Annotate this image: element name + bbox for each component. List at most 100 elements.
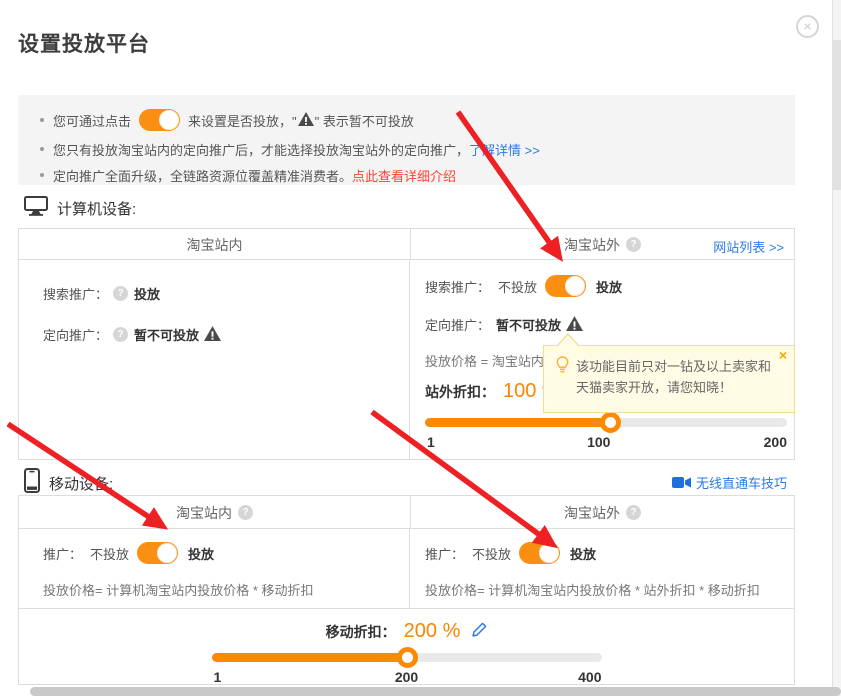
tooltip-pointer: [558, 335, 578, 346]
pc-table-header: 淘宝站内 淘宝站外 ? 网站列表 >>: [19, 229, 794, 260]
pc-onsite-target-row: 定向推广： ? 暂不可投放: [43, 325, 409, 344]
slider-min-label: 1: [427, 434, 435, 450]
warning-icon: [298, 112, 314, 129]
wireless-tips-label: 无线直通车技巧: [696, 473, 787, 492]
mobile-discount-value: 200 %: [404, 620, 461, 643]
toggle-knob: [159, 110, 179, 130]
warning-icon: [566, 316, 583, 334]
mobile-discount-label: 移动折扣：: [326, 622, 396, 642]
site-list-link[interactable]: 网站列表 >>: [713, 237, 784, 256]
mobile-onsite-toggle[interactable]: [137, 542, 178, 564]
search-promo-value: 投放: [134, 284, 160, 303]
pc-onsite-header-label: 淘宝站内: [187, 235, 243, 255]
toggle-off-label: 不投放: [90, 544, 129, 563]
toggle-knob: [565, 276, 585, 296]
bullet-dot: [40, 147, 44, 151]
help-icon[interactable]: ?: [238, 505, 253, 520]
slider-knob[interactable]: [397, 647, 418, 668]
toggle-knob: [157, 543, 177, 563]
mobile-onsite-header-label: 淘宝站内: [176, 503, 232, 523]
toggle-on-label: 投放: [188, 544, 214, 563]
slider-fill: [212, 653, 407, 662]
mobile-offsite-cell: 推广： 不投放 投放 投放价格= 计算机淘宝站内投放价格 * 站外折扣 * 移动…: [410, 529, 794, 608]
slider-labels: 1 200 400: [212, 669, 602, 687]
help-icon[interactable]: ?: [626, 505, 641, 520]
notice-text: 来设置是否投放，": [188, 111, 297, 130]
notice-text: 定向推广全面升级，全链路资源位覆盖精准消费者。: [53, 166, 352, 185]
warning-icon: [204, 326, 221, 344]
pc-onsite-cell: 搜索推广： ? 投放 定向推广： ? 暂不可投放: [19, 260, 410, 459]
learn-more-link[interactable]: 了解详情 >>: [469, 140, 540, 159]
vertical-scrollbar-thumb[interactable]: [833, 40, 841, 190]
slider-track[interactable]: [425, 418, 787, 427]
slider-fill: [425, 418, 610, 427]
tooltip-close-icon[interactable]: ×: [779, 348, 787, 362]
mobile-onsite-header: 淘宝站内 ?: [19, 496, 410, 529]
mobile-offsite-price-formula: 投放价格= 计算机淘宝站内投放价格 * 站外折扣 * 移动折扣: [425, 580, 794, 599]
slider-labels: 1 100 200: [425, 434, 787, 452]
mobile-onsite-promo-row: 推广： 不投放 投放: [43, 542, 409, 564]
pc-section-label: 计算机设备:: [57, 198, 136, 219]
help-icon[interactable]: ?: [113, 327, 128, 342]
mobile-discount-slider[interactable]: 1 200 400: [212, 653, 602, 687]
mobile-table-footer: 移动折扣： 200 % 1 200 400: [19, 608, 794, 684]
horizontal-scrollbar-thumb[interactable]: [30, 687, 841, 696]
pc-offsite-header-label: 淘宝站外: [564, 235, 620, 255]
mobile-onsite-cell: 推广： 不投放 投放 投放价格= 计算机淘宝站内投放价格 * 移动折扣: [19, 529, 410, 608]
pc-onsite-search-row: 搜索推广： ? 投放: [43, 284, 409, 303]
mobile-offsite-header-label: 淘宝站外: [564, 503, 620, 523]
page-title: 设置投放平台: [18, 28, 150, 58]
slider-knob[interactable]: [600, 412, 621, 433]
mobile-offsite-promo-row: 推广： 不投放 投放: [425, 542, 794, 564]
demo-toggle-switch[interactable]: [139, 109, 180, 131]
target-promo-label: 定向推广：: [43, 325, 108, 344]
slider-mid-label: 200: [395, 669, 418, 685]
edit-pencil-icon[interactable]: [472, 622, 487, 642]
toggle-off-label: 不投放: [498, 277, 537, 296]
details-intro-link[interactable]: 点此查看详细介绍: [352, 166, 456, 185]
pc-section-header: 计算机设备:: [24, 196, 136, 221]
mobile-table-body: 推广： 不投放 投放 投放价格= 计算机淘宝站内投放价格 * 移动折扣 推广： …: [19, 529, 794, 608]
phone-icon: [24, 468, 40, 498]
target-promo-value: 暂不可投放: [496, 315, 561, 334]
offsite-discount-slider[interactable]: 1 100 200: [425, 418, 787, 452]
bullet-dot: [40, 173, 44, 177]
slider-mid-label: 100: [587, 434, 610, 450]
mobile-section-header: 移动设备:: [24, 468, 113, 498]
pc-onsite-header: 淘宝站内: [19, 229, 410, 260]
slider-max-label: 200: [764, 434, 787, 450]
pc-table: 淘宝站内 淘宝站外 ? 网站列表 >> 搜索推广： ? 投放 定向推广： ? 暂…: [18, 228, 795, 460]
mobile-onsite-price-formula: 投放价格= 计算机淘宝站内投放价格 * 移动折扣: [43, 580, 409, 599]
mobile-offsite-header: 淘宝站外 ?: [410, 496, 794, 529]
mobile-table: 淘宝站内 ? 淘宝站外 ? 推广： 不投放 投放 投放价格= 计算机淘宝站内投放…: [18, 495, 795, 685]
seller-level-tooltip: × 该功能目前只对一钻及以上卖家和天猫卖家开放，请您知晓！: [543, 345, 795, 413]
platform-settings-page: 设置投放平台 × 您可通过点击 来设置是否投放，" " 表示暂不可投放 您只有投…: [0, 0, 841, 696]
computer-icon: [24, 196, 48, 221]
help-icon[interactable]: ?: [626, 237, 641, 252]
promo-label: 推广：: [43, 544, 82, 563]
target-promo-value: 暂不可投放: [134, 325, 199, 344]
help-icon[interactable]: ?: [113, 286, 128, 301]
wireless-tips-link[interactable]: 无线直通车技巧: [672, 473, 787, 492]
pc-offsite-search-row: 搜索推广： 不投放 投放: [425, 275, 794, 297]
pc-offsite-header: 淘宝站外 ? 网站列表 >>: [410, 229, 794, 260]
slider-min-label: 1: [214, 669, 222, 685]
notice-line-toggle-hint: 您可通过点击 来设置是否投放，" " 表示暂不可投放: [40, 104, 795, 136]
notice-text: 您只有投放淘宝站内的定向推广后，才能选择投放淘宝站外的定向推广，: [53, 140, 469, 159]
video-camera-icon: [672, 476, 691, 489]
mobile-section-label: 移动设备:: [49, 473, 113, 494]
mobile-offsite-toggle[interactable]: [519, 542, 560, 564]
target-promo-label: 定向推广：: [425, 315, 490, 334]
notice-text: " 表示暂不可投放: [315, 111, 414, 130]
tooltip-text: 该功能目前只对一钻及以上卖家和天猫卖家开放，请您知晓！: [576, 356, 780, 398]
offsite-discount-label: 站外折扣：: [425, 382, 495, 402]
close-icon[interactable]: ×: [796, 15, 819, 38]
promo-label: 推广：: [425, 544, 464, 563]
slider-track[interactable]: [212, 653, 602, 662]
pc-offsite-search-toggle[interactable]: [545, 275, 586, 297]
pc-offsite-target-row: 定向推广： 暂不可投放: [425, 315, 794, 334]
notice-text: 您可通过点击: [53, 111, 131, 130]
toggle-on-label: 投放: [596, 277, 622, 296]
toggle-knob: [539, 543, 559, 563]
notice-line-upgrade-hint: 定向推广全面升级，全链路资源位覆盖精准消费者。 点此查看详细介绍: [40, 162, 795, 188]
